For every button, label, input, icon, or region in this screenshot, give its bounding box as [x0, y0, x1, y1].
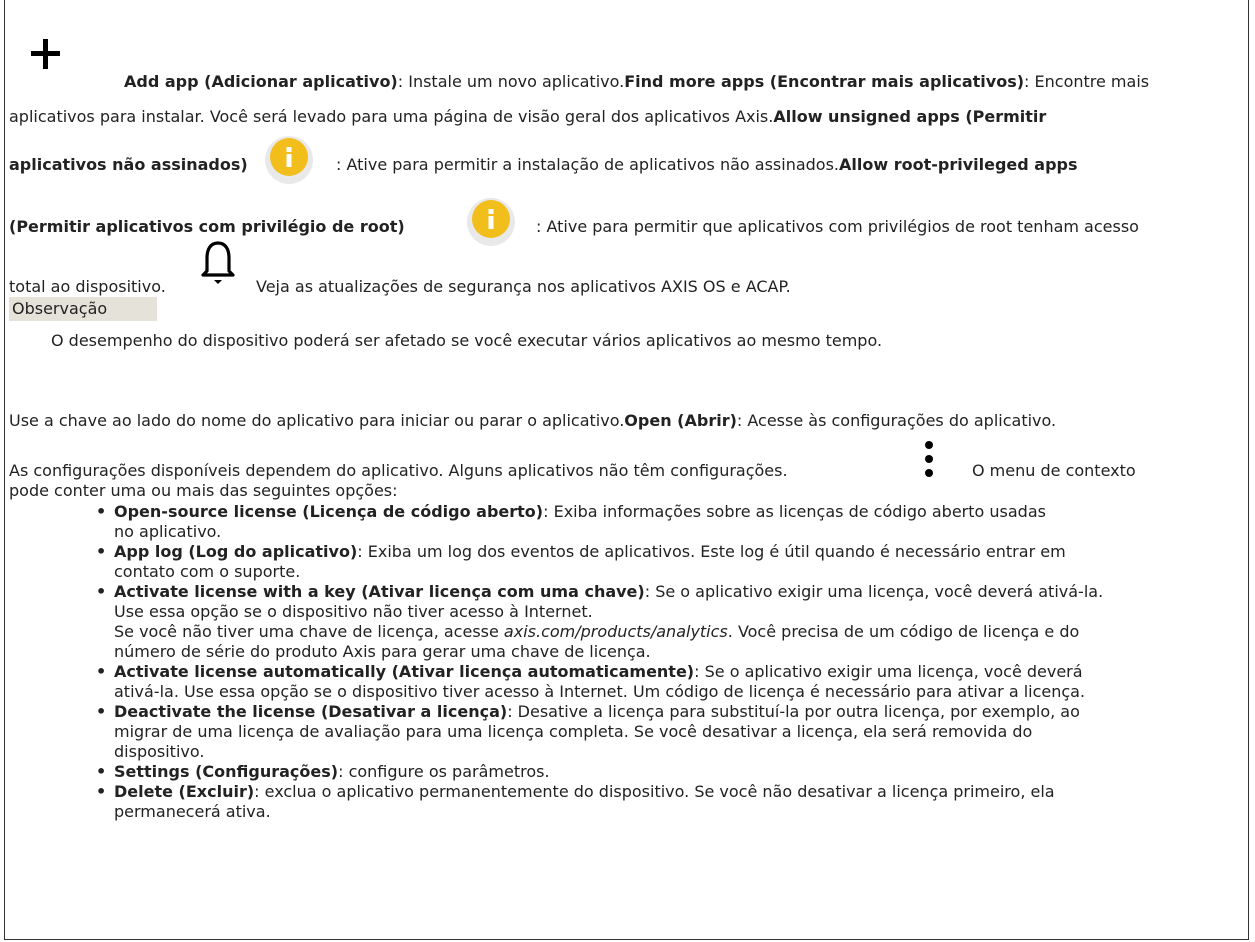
- find-more-apps-label: Find more apps (Encontrar mais aplicativ…: [624, 72, 1025, 91]
- line-root-desc: : Ative para permitir que aplicativos co…: [536, 217, 1139, 236]
- bell-icon[interactable]: [199, 240, 237, 286]
- open-label: Open (Abrir): [624, 411, 737, 430]
- info-icon: [265, 136, 313, 184]
- allow-root-label: Allow root-privileged apps: [839, 155, 1078, 174]
- line-settings-depend: As configurações disponíveis dependem do…: [9, 461, 788, 480]
- line-root: (Permitir aplicativos com privilégio de …: [9, 217, 405, 236]
- note-label: Observação: [9, 297, 157, 321]
- line-unsigned-desc: : Ative para permitir a instalação de ap…: [336, 155, 1078, 174]
- info-icon: [467, 198, 515, 246]
- line-toggle: Use a chave ao lado do nome do aplicativ…: [9, 411, 1057, 430]
- list-item: • Deactivate the license (Desativar a li…: [96, 702, 1080, 761]
- note-text: O desempenho do dispositivo poderá ser a…: [51, 331, 883, 350]
- line-find-more: aplicativos para instalar. Você será lev…: [9, 107, 1047, 126]
- list-item: • Activate license with a key (Ativar li…: [96, 582, 1104, 661]
- list-item: • Open-source license (Licença de código…: [96, 502, 1046, 541]
- list-item: • App log (Log do aplicativo): Exiba um …: [96, 542, 1066, 581]
- allow-unsigned-label: Allow unsigned apps (Permitir: [773, 107, 1047, 126]
- analytics-link[interactable]: axis.com/products/analytics: [504, 622, 728, 641]
- add-app-label: Add app (Adicionar aplicativo): [124, 72, 398, 91]
- list-item: • Activate license automatically (Ativar…: [96, 662, 1086, 701]
- context-menu-text: O menu de contexto: [972, 461, 1136, 480]
- list-item: • Settings (Configurações): configure os…: [96, 762, 550, 781]
- context-menu-icon[interactable]: [924, 440, 934, 478]
- add-plus-icon[interactable]: [30, 39, 62, 71]
- line-unsigned: aplicativos não assinados): [9, 155, 248, 174]
- line-security: Veja as atualizações de segurança nos ap…: [256, 277, 791, 296]
- list-item: • Delete (Excluir): exclua o aplicativo …: [96, 782, 1055, 821]
- line-options-intro: pode conter uma ou mais das seguintes op…: [9, 481, 398, 500]
- line-add-app: Add app (Adicionar aplicativo): Instale …: [124, 72, 1150, 91]
- options-list: • Open-source license (Licença de código…: [90, 502, 1240, 822]
- line-total: total ao dispositivo.: [9, 277, 166, 296]
